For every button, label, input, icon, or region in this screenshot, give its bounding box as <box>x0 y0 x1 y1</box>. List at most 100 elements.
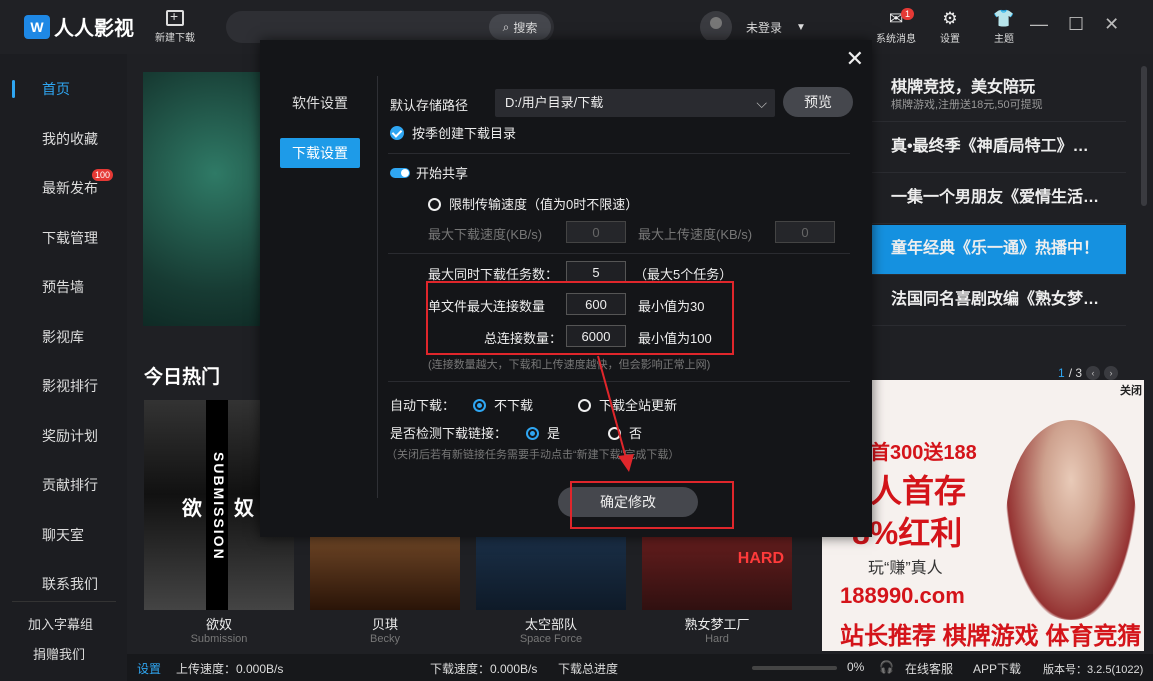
settings-label: 设置 <box>940 34 960 45</box>
theme-icon: 👕 <box>993 9 1015 28</box>
ad-close-button[interactable]: 关闭 <box>1120 382 1142 398</box>
sidebar-item-downloads[interactable]: 下载管理 <box>0 225 127 251</box>
settings-icon: ⚙ <box>942 9 958 28</box>
settings-button[interactable]: ⚙ 设置 <box>930 8 970 45</box>
pager-total: / 3 <box>1068 366 1083 380</box>
pager: 1 / 3 ‹ › <box>1058 366 1119 380</box>
annotation-arrow <box>597 355 634 472</box>
featured-item-sub: 棋牌游戏,注册送18元,50可提现 <box>891 99 1043 111</box>
movie-subtitle: Space Force <box>519 633 583 645</box>
theme-button[interactable]: 👕 主题 <box>984 8 1024 45</box>
top-icon-group: ✉ 1 系统消息 ⚙ 设置 👕 主题 <box>876 8 1024 45</box>
featured-list: 棋牌竞技，美女陪玩 棋牌游戏,注册送18元,50可提现 真•最终季《神盾局特工》… <box>871 72 1126 326</box>
featured-item[interactable]: 棋牌竞技，美女陪玩 棋牌游戏,注册送18元,50可提现 <box>871 72 1126 122</box>
featured-item[interactable]: 一集一个男朋友《爱情生活… <box>871 174 1126 224</box>
settings-dialog: ✕ 软件设置 下载设置 默认存储路径 D:/用户目录/下载 ⌵ 预览 按季创建下… <box>260 40 872 537</box>
total-progress-text: 0% <box>847 660 865 674</box>
featured-item-title: 棋牌竞技，美女陪玩 <box>891 79 1036 96</box>
user-label[interactable]: 未登录 <box>746 19 782 36</box>
hot-section-title: 今日热门 <box>144 367 221 388</box>
version-text: 版本号：3.2.5(1022) <box>1043 664 1144 676</box>
join-subtitle-group-link[interactable]: 加入字幕组 <box>28 614 93 633</box>
sidebar-divider <box>12 601 116 602</box>
featured-item[interactable]: 法国同名喜剧改编《熟女梦… <box>871 276 1126 326</box>
movie-subtitle: Submission <box>190 633 248 645</box>
featured-item-title: 童年经典《乐一通》热播中！ <box>891 240 1100 257</box>
avatar[interactable] <box>700 11 732 43</box>
total-progress-bar <box>752 666 837 670</box>
sidebar-item-trailers[interactable]: 预告墙 <box>0 274 127 300</box>
new-download-button[interactable]: 新建下载 <box>153 8 197 44</box>
logo-icon: W <box>24 14 50 39</box>
status-bar: 设置 上传速度：0.000B/s 下载速度：0.000B/s 下载总进度 0% … <box>127 654 1153 681</box>
sidebar-item-latest-label: 最新发布 <box>42 180 98 196</box>
sidebar-item-ranking[interactable]: 影视排行 <box>0 373 127 399</box>
download-speed: 下载速度：0.000B/s <box>430 662 538 676</box>
annotation-arrow-line <box>597 355 627 459</box>
poster-title-text: HARD <box>737 550 784 567</box>
total-progress-label: 下载总进度 <box>558 662 619 676</box>
online-support-link[interactable]: 在线客服 <box>905 660 953 677</box>
featured-item-title: 一集一个男朋友《爱情生活… <box>891 189 1100 206</box>
ad-line: 玩“赚”真人 <box>868 560 943 577</box>
annotation-arrow-head <box>618 454 634 472</box>
pager-current: 1 <box>1058 366 1065 380</box>
banner-image[interactable] <box>143 72 263 326</box>
search-button-label: 搜索 <box>513 20 538 35</box>
poster-title-text: SUBMISSION <box>206 400 228 610</box>
movie-subtitle: Hard <box>705 633 729 645</box>
logo: W 人人影视 <box>24 12 134 41</box>
search-button[interactable]: ⌕ 搜索 <box>489 14 551 40</box>
ad-line: 首300送188 <box>870 442 977 464</box>
search-icon: ⌕ <box>502 19 510 34</box>
system-message-button[interactable]: ✉ 1 系统消息 <box>876 8 916 45</box>
ad-line: 人首存 <box>870 473 967 509</box>
movie-name: 太空部队 <box>524 617 577 632</box>
poster-cn-right: 奴 <box>234 498 254 520</box>
message-badge: 1 <box>900 8 914 20</box>
app-window: W 人人影视 新建下载 ⌕ 搜索 未登录 ▼ ✉ 1 系统消息 ⚙ <box>0 0 1153 681</box>
poster-cn-left: 欲 <box>182 498 202 520</box>
featured-item-title: 法国同名喜剧改编《熟女梦… <box>891 291 1100 308</box>
status-settings-link[interactable]: 设置 <box>137 660 161 677</box>
featured-item-active[interactable]: 童年经典《乐一通》热播中！ <box>871 225 1126 275</box>
system-message-label: 系统消息 <box>876 34 916 45</box>
sidebar-item-library[interactable]: 影视库 <box>0 324 127 350</box>
sidebar-item-rewards[interactable]: 奖励计划 <box>0 423 127 449</box>
donate-link[interactable]: 捐赠我们 <box>33 644 85 663</box>
chevron-down-icon[interactable]: ▼ <box>796 22 806 33</box>
window-controls: — ☐ ✕ <box>1030 14 1119 35</box>
featured-item[interactable]: 真•最终季《神盾局特工》… <box>871 123 1126 173</box>
featured-item-title: 真•最终季《神盾局特工》… <box>891 138 1089 155</box>
new-download-icon <box>166 8 184 26</box>
theme-label: 主题 <box>994 34 1014 45</box>
sidebar-item-chatroom[interactable]: 聊天室 <box>0 522 127 548</box>
sidebar: 首页 我的收藏 最新发布 100 下载管理 预告墙 影视库 影视排行 奖励计划 … <box>0 54 127 681</box>
movie-name: 贝琪 <box>371 617 398 632</box>
ad-image <box>1006 420 1136 620</box>
app-download-link[interactable]: APP下载 <box>973 660 1021 677</box>
movie-name: 熟女梦工厂 <box>684 617 750 632</box>
scrollbar[interactable] <box>1141 66 1147 206</box>
movie-subtitle: Becky <box>370 633 400 645</box>
ad-line: 站长推荐 棋牌游戏 体育竞猜 <box>840 623 1142 650</box>
sidebar-item-latest[interactable]: 最新发布 100 <box>0 169 127 201</box>
upload-speed: 上传速度：0.000B/s <box>176 662 284 676</box>
close-window-icon[interactable]: ✕ <box>1104 14 1119 35</box>
sidebar-item-favorites[interactable]: 我的收藏 <box>0 126 127 152</box>
headset-icon: 🎧 <box>879 660 894 674</box>
sidebar-item-home[interactable]: 首页 <box>0 76 127 102</box>
user-menu[interactable]: 未登录 ▼ <box>700 11 806 43</box>
sidebar-item-contact[interactable]: 联系我们 <box>0 571 127 597</box>
prev-page-icon[interactable]: ‹ <box>1086 366 1101 380</box>
movie-name: 欲奴 <box>205 617 232 632</box>
new-download-label: 新建下载 <box>155 33 195 44</box>
next-page-icon[interactable]: › <box>1104 366 1119 380</box>
logo-text: 人人影视 <box>54 18 134 40</box>
sidebar-item-contributors[interactable]: 贡献排行 <box>0 472 127 498</box>
minimize-icon[interactable]: — <box>1030 14 1048 35</box>
latest-badge: 100 <box>92 169 114 181</box>
search-input[interactable]: ⌕ 搜索 <box>226 11 554 43</box>
maximize-icon[interactable]: ☐ <box>1068 14 1084 35</box>
ad-line: 188990.com <box>840 583 965 608</box>
